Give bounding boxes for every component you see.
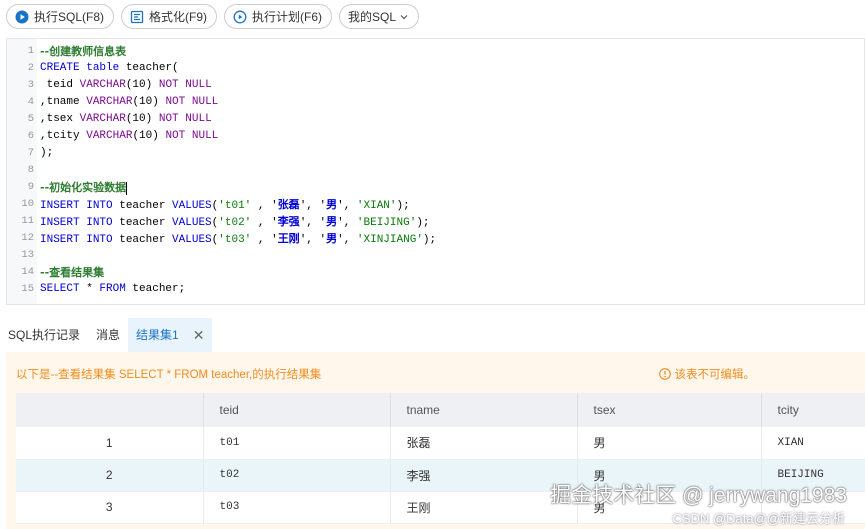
my-sql-dropdown[interactable]: 我的SQL	[339, 4, 420, 29]
cell-teid[interactable]: t03	[203, 491, 391, 524]
result-tabs: SQL执行记录 消息 结果集1 ✕	[0, 318, 865, 352]
tab-sql-history[interactable]: SQL执行记录	[0, 318, 88, 352]
row-index: 3	[16, 491, 204, 524]
text-cursor	[126, 181, 128, 195]
run-sql-button[interactable]: 执行SQL(F8)	[6, 4, 115, 29]
format-label: 格式化(F9)	[149, 10, 208, 24]
cell-tsex[interactable]: 男	[577, 427, 762, 460]
close-icon[interactable]: ✕	[193, 318, 205, 352]
my-sql-label: 我的SQL	[348, 10, 397, 24]
explain-plan-button[interactable]: 执行计划(F6)	[224, 4, 333, 29]
cell-tname[interactable]: 张磊	[390, 427, 578, 460]
info-icon	[658, 368, 671, 380]
play-icon	[15, 10, 29, 23]
watermark: 掘金技术社区 @ jerrywang1983	[550, 484, 847, 507]
table-header-row: teid tname tsex tcity	[16, 393, 865, 427]
row-index: 2	[16, 459, 204, 492]
chevron-down-icon	[400, 14, 408, 19]
explain-plan-label: 执行计划(F6)	[252, 10, 323, 24]
readonly-warning: 该表不可编辑。	[658, 366, 756, 382]
watermark-sub: CSDN @Data@@新建云分析	[672, 511, 846, 526]
tab-result-set-1[interactable]: 结果集1 ✕	[128, 318, 213, 352]
column-header-teid[interactable]: teid	[203, 393, 391, 427]
column-header-tname[interactable]: tname	[390, 393, 578, 427]
plan-icon	[233, 10, 247, 23]
result-notice: 以下是--查看结果集 SELECT * FROM teacher,的执行结果集	[16, 369, 322, 381]
cell-tname[interactable]: 王刚	[390, 491, 578, 524]
readonly-warning-text: 该表不可编辑。	[674, 369, 756, 381]
tab-messages[interactable]: 消息	[88, 318, 128, 352]
column-header-tsex[interactable]: tsex	[577, 393, 762, 427]
tab-result-set-1-label: 结果集1	[136, 328, 179, 342]
sql-editor[interactable]: 1 --创建教师信息表 2 CREATE table teacher( 3 teid…	[6, 38, 865, 305]
cell-teid[interactable]: t02	[203, 459, 391, 492]
column-header-tcity[interactable]: tcity	[761, 393, 865, 427]
cell-teid[interactable]: t01	[203, 427, 391, 460]
row-index: 1	[16, 427, 204, 460]
run-sql-label: 执行SQL(F8)	[34, 10, 105, 24]
format-button[interactable]: 格式化(F9)	[121, 4, 218, 29]
toolbar: 执行SQL(F8) 格式化(F9) 执行计划(F6) 我的SQL	[0, 0, 865, 33]
column-header-index	[16, 393, 204, 427]
table-row[interactable]: 1 t01 张磊 男 XIAN	[16, 427, 865, 460]
cell-tname[interactable]: 李强	[390, 459, 578, 492]
cell-tcity[interactable]: XIAN	[761, 427, 865, 460]
format-icon	[130, 10, 144, 23]
